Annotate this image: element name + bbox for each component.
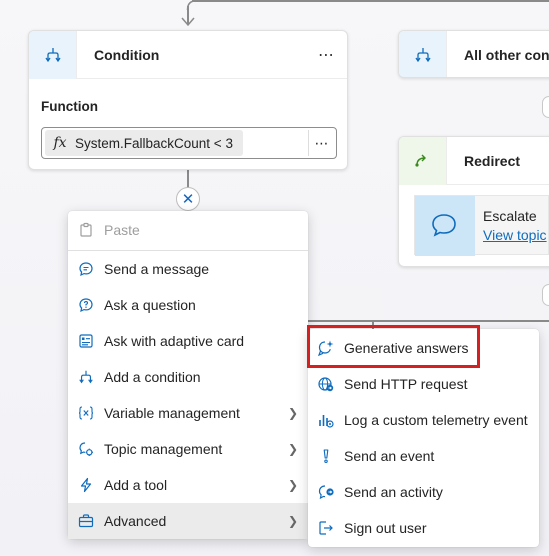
clipboard-icon (68, 222, 104, 238)
menu-item-label: Log a custom telemetry event (344, 412, 528, 428)
menu-item-label: Add a tool (104, 477, 168, 493)
menu-item-label: Paste (104, 222, 140, 238)
exclamation-icon (308, 447, 344, 465)
menu-item-label: Advanced (104, 513, 167, 529)
topic-icon (68, 441, 104, 457)
other-conditions-icon-box (399, 31, 447, 77)
menu-item-advanced[interactable]: Advanced ❯ (68, 503, 308, 539)
menu-item-label: Send an activity (344, 484, 443, 500)
menu-item-send-message[interactable]: Send a message (68, 251, 308, 287)
menu-item-add-tool[interactable]: Add a tool ❯ (68, 467, 308, 503)
menu-item-add-condition[interactable]: Add a condition (68, 359, 308, 395)
connector-right-horizontal (308, 320, 549, 322)
branch-icon (414, 48, 431, 63)
expression-chip[interactable]: fx System.FallbackCount < 3 (45, 130, 243, 156)
condition-node-title: Condition (94, 46, 160, 63)
branch-icon (44, 47, 61, 62)
toolbox-icon (68, 513, 104, 529)
view-topic-link[interactable]: View topic (483, 227, 547, 243)
menu-item-paste[interactable]: Paste (68, 212, 308, 248)
other-conditions-header: All other conditions (399, 31, 549, 77)
telemetry-chart-icon (308, 411, 344, 429)
other-conditions-node[interactable]: All other conditions (398, 30, 549, 78)
redirect-arrow-icon (414, 154, 426, 167)
menu-item-ask-question[interactable]: Ask a question (68, 287, 308, 323)
activity-bubble-icon (308, 483, 344, 501)
menu-item-label: Send HTTP request (344, 376, 468, 392)
expression-text: System.FallbackCount < 3 (75, 135, 233, 151)
menu-item-label: Ask a question (104, 297, 196, 313)
advanced-submenu: Generative answers Send HTTP request Log… (308, 329, 539, 547)
condition-icon-box (29, 31, 77, 79)
generative-sparkle-icon (308, 339, 344, 357)
close-insert-menu-button[interactable]: ✕ (176, 187, 200, 211)
condition-more-button[interactable]: ⋯ (318, 45, 335, 65)
expression-more-button[interactable]: ⋯ (308, 130, 334, 156)
question-bubble-icon (68, 297, 104, 313)
redirect-card-title: Escalate (483, 208, 537, 224)
chevron-right-icon: ❯ (287, 514, 298, 528)
globe-request-icon (308, 375, 344, 393)
chevron-right-icon: ❯ (287, 478, 298, 492)
menu-item-adaptive-card[interactable]: Ask with adaptive card (68, 323, 308, 359)
condition-node[interactable]: Condition ⋯ Function fx System.FallbackC… (28, 30, 348, 170)
other-conditions-title: All other conditions (464, 47, 549, 63)
redirect-card-texts: Escalate View topic (475, 196, 547, 254)
side-handle-bottom[interactable] (542, 284, 549, 306)
fx-icon: fx (53, 135, 67, 151)
menu-item-send-activity[interactable]: Send an activity (308, 474, 539, 510)
adaptive-card-icon (68, 333, 104, 349)
chat-message-icon (68, 261, 104, 277)
menu-item-send-http-request[interactable]: Send HTTP request (308, 366, 539, 402)
connector-top-curve (192, 0, 549, 2)
menu-item-topic-management[interactable]: Topic management ❯ (68, 431, 308, 467)
redirect-header: Redirect (399, 137, 549, 185)
menu-item-label: Topic management (104, 441, 223, 457)
menu-item-label: Send an event (344, 448, 435, 464)
side-handle-top[interactable] (542, 96, 549, 118)
menu-item-log-telemetry[interactable]: Log a custom telemetry event (308, 402, 539, 438)
redirect-title: Redirect (464, 152, 521, 169)
variable-icon (68, 405, 104, 421)
add-node-menu: Paste Send a message Ask a question Ask … (68, 211, 308, 539)
connector-corner (186, 0, 197, 10)
menu-item-label: Ask with adaptive card (104, 333, 245, 349)
condition-node-header: Condition ⋯ (29, 31, 347, 79)
sign-out-icon (308, 519, 344, 537)
menu-item-label: Send a message (104, 261, 210, 277)
menu-item-generative-answers[interactable]: Generative answers (308, 330, 539, 366)
menu-item-send-event[interactable]: Send an event (308, 438, 539, 474)
function-expression-field[interactable]: fx System.FallbackCount < 3 ⋯ (41, 127, 337, 159)
menu-item-variable-management[interactable]: Variable management ❯ (68, 395, 308, 431)
menu-item-label: Variable management (104, 405, 240, 421)
lightning-icon (68, 477, 104, 493)
connector-condition-down (187, 170, 189, 188)
function-label: Function (41, 99, 98, 114)
connector-arrow-icon (181, 17, 195, 27)
branch-icon (68, 369, 104, 385)
menu-item-sign-out-user[interactable]: Sign out user (308, 510, 539, 546)
menu-item-label: Generative answers (344, 340, 469, 356)
redirect-icon-box (399, 137, 447, 185)
menu-item-label: Sign out user (344, 520, 427, 536)
chat-bubbles-icon (432, 214, 456, 237)
chevron-right-icon: ❯ (287, 406, 298, 420)
redirect-topic-card[interactable]: Escalate View topic (414, 195, 549, 256)
menu-item-label: Add a condition (104, 369, 201, 385)
topic-chat-icon (415, 196, 475, 256)
chevron-right-icon: ❯ (287, 442, 298, 456)
